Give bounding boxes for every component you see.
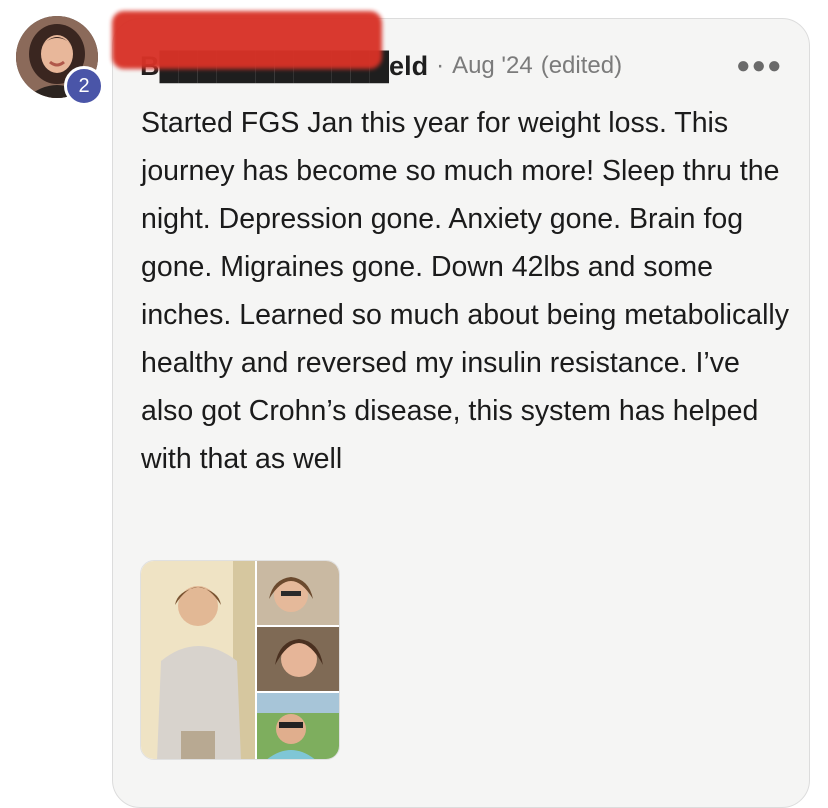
post-header: B████████████eld · Aug '24 (edited) (112, 10, 623, 82)
photo-collage-image (141, 561, 339, 759)
reply-count-badge: 2 (64, 66, 104, 106)
more-horizontal-icon: ●●● (736, 52, 783, 79)
author-name[interactable]: B████████████eld (112, 10, 428, 82)
more-options-button[interactable]: ●●● (736, 52, 783, 80)
edited-label: (edited) (540, 52, 623, 79)
post-body: Started FGS Jan this year for weight los… (141, 107, 789, 475)
redaction-mark (112, 10, 382, 69)
post-date: Aug '24 (452, 52, 533, 79)
separator-dot: · (436, 52, 445, 79)
photo-collage-attachment[interactable] (140, 560, 340, 760)
